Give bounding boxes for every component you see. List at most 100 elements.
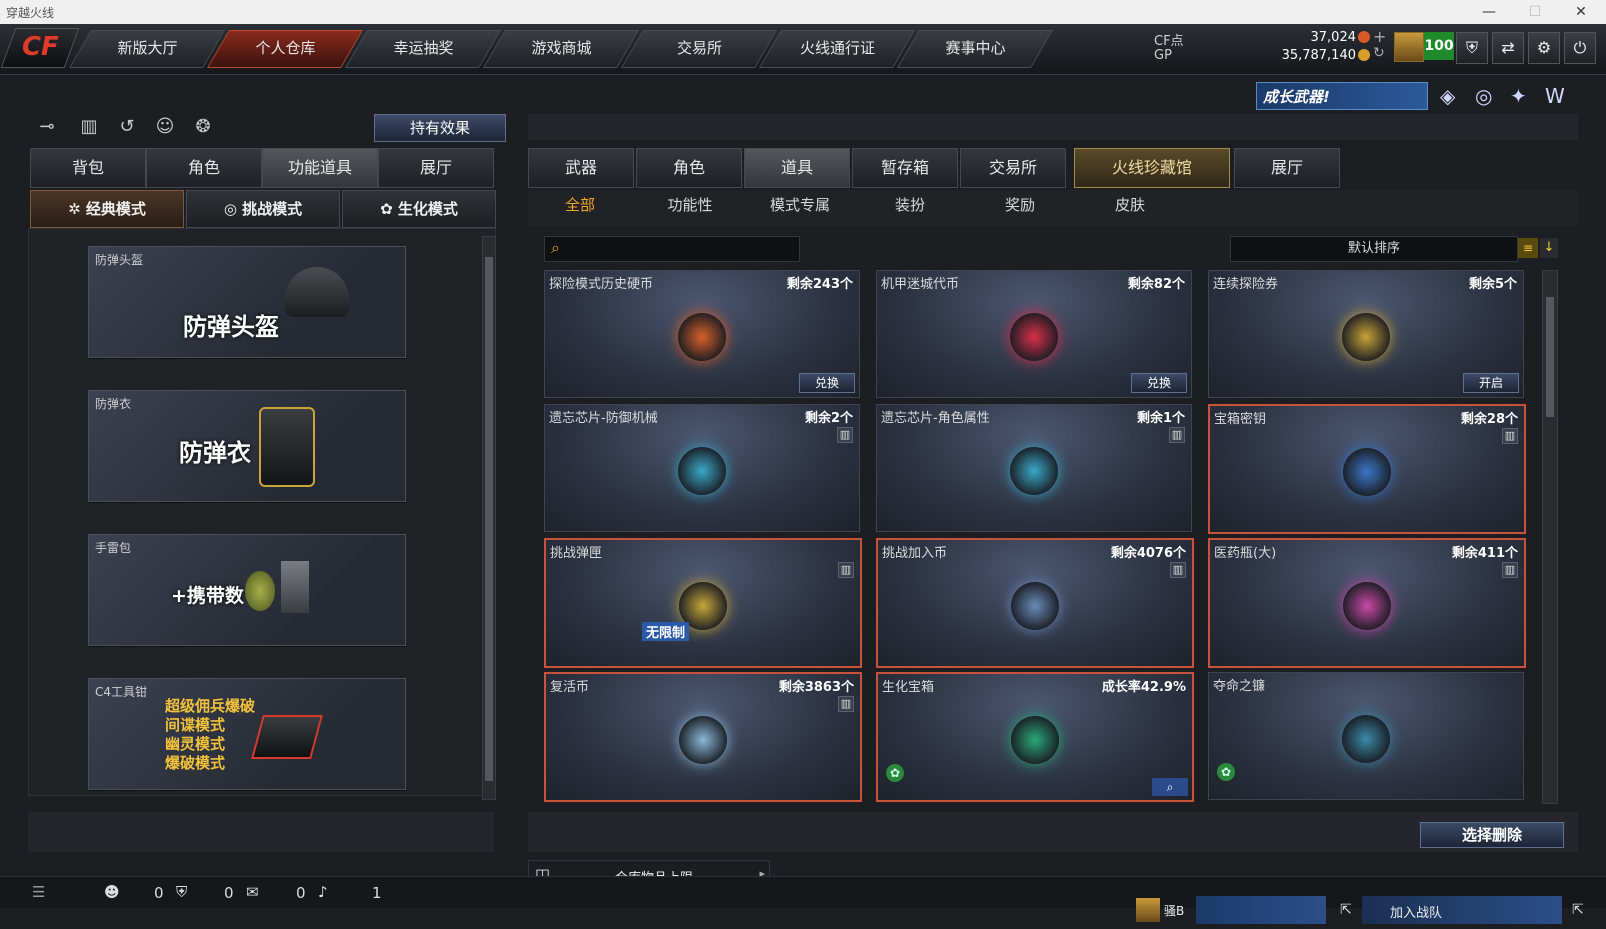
item-card[interactable]: 复活币 剩余3863个 ▥	[544, 672, 862, 802]
tab-character[interactable]: 角色	[146, 148, 262, 188]
subtab-functional[interactable]: 功能性	[640, 194, 740, 216]
item-card-name: 宝箱密钥	[1214, 412, 1267, 427]
nav-tab-events[interactable]: 赛事中心	[897, 30, 1053, 68]
item-card[interactable]: 探险模式历史硬币 剩余243个 兑换	[544, 270, 860, 398]
history-icon[interactable]: ↺	[114, 114, 140, 140]
close-icon[interactable]: ✕	[1558, 0, 1604, 24]
tab-backpack[interactable]: 背包	[30, 148, 146, 188]
minimize-icon[interactable]: —	[1466, 0, 1512, 24]
item-card-count: 剩余82个	[1127, 277, 1185, 292]
popout-team-icon[interactable]: ⇱	[1572, 902, 1584, 918]
item-helmet[interactable]: 防弹头盔 防弹头盔	[88, 246, 406, 358]
nav-tab-warehouse[interactable]: 个人仓库	[207, 30, 363, 68]
window-title: 穿越火线	[6, 6, 55, 20]
subtab-skins[interactable]: 皮肤	[1080, 194, 1180, 216]
subtab-all[interactable]: 全部	[530, 194, 630, 216]
select-delete-button[interactable]: 选择删除	[1420, 822, 1564, 848]
item-card[interactable]: 连续探险券 剩余5个 开启	[1208, 270, 1524, 398]
item-card[interactable]: 挑战弹匣 ▥ 无限制	[544, 538, 862, 668]
cf-logo[interactable]: CF	[0, 28, 80, 68]
nav-tab-lobby[interactable]: 新版大厅	[69, 30, 225, 68]
item-card-count: 剩余4076个	[1110, 546, 1186, 561]
join-team-banner[interactable]: 加入战队	[1362, 896, 1562, 924]
gear-icon[interactable]: ⚙	[1528, 32, 1560, 64]
user-name[interactable]: 骚B	[1164, 902, 1184, 919]
trash-icon[interactable]: ▥	[838, 562, 854, 578]
w-logo-icon[interactable]: W	[1545, 84, 1565, 108]
tab-hall[interactable]: 展厅	[378, 148, 494, 188]
search-box[interactable]: ⌕	[544, 236, 800, 262]
switch-icon[interactable]: ⇄	[1492, 32, 1524, 64]
subtab-costume[interactable]: 装扮	[860, 194, 960, 216]
list-view-icon[interactable]: ≡	[1518, 238, 1538, 258]
trash-icon[interactable]: ▥	[1169, 427, 1185, 443]
grenade-icon[interactable]: ❂	[190, 114, 216, 140]
item-card[interactable]: 医药瓶(大) 剩余411个 ▥	[1208, 538, 1526, 668]
right-scrollbar[interactable]	[1542, 270, 1558, 804]
tab-roles[interactable]: 角色	[636, 148, 742, 188]
left-scroll-thumb[interactable]	[485, 257, 493, 781]
ranking-icon[interactable]: ▥	[76, 114, 102, 140]
shield-icon[interactable]: ⛨	[1456, 32, 1488, 64]
character-icon[interactable]: ☺	[152, 114, 178, 140]
trash-icon[interactable]: ▥	[1502, 562, 1518, 578]
tab-showroom[interactable]: 展厅	[1234, 148, 1340, 188]
preview-search-icon[interactable]: ⌕	[1152, 778, 1188, 796]
item-grenade-pack[interactable]: 手雷包 +携带数	[88, 534, 406, 646]
friends-count: 0	[154, 884, 164, 902]
right-scroll-thumb[interactable]	[1546, 297, 1554, 417]
item-c4-pliers[interactable]: C4工具钳 超级佣兵爆破 间谍模式 幽灵模式 爆破模式	[88, 678, 406, 790]
item-card[interactable]: 生化宝箱 成长率42.9% ✿ ⌕	[876, 672, 1194, 802]
trash-icon[interactable]: ▥	[1502, 428, 1518, 444]
wrench-icon[interactable]: ✦	[1510, 84, 1527, 108]
nav-tab-pass[interactable]: 火线通行证	[759, 30, 915, 68]
add-cf-icon[interactable]: +	[1373, 27, 1386, 46]
trash-icon[interactable]: ▥	[838, 696, 854, 712]
power-icon[interactable]: ⏻	[1564, 32, 1596, 64]
chat-icon[interactable]: ✉	[246, 883, 259, 901]
tab-weapons[interactable]: 武器	[528, 148, 634, 188]
refresh-gp-icon[interactable]: ↻	[1373, 45, 1385, 61]
tab-trade[interactable]: 交易所	[960, 148, 1066, 188]
tab-collection[interactable]: 火线珍藏馆	[1074, 148, 1230, 188]
growth-weapon-banner[interactable]: 成长武器!	[1256, 82, 1428, 110]
nav-tab-exchange[interactable]: 交易所	[621, 30, 777, 68]
clan-icon[interactable]: ⛨	[176, 883, 187, 901]
sort-dropdown[interactable]: 默认排序	[1230, 236, 1518, 262]
popout-icon[interactable]: ⇱	[1340, 902, 1352, 918]
item-card[interactable]: 挑战加入币 剩余4076个 ▥	[876, 538, 1194, 668]
key-icon[interactable]: ⊸	[34, 114, 60, 140]
item-card-action-button[interactable]: 兑换	[1131, 373, 1187, 393]
mode-zombie[interactable]: ✿ 生化模式	[342, 190, 496, 228]
subtab-rewards[interactable]: 奖励	[970, 194, 1070, 216]
mode-challenge[interactable]: ◎ 挑战模式	[186, 190, 340, 228]
menu-list-icon[interactable]: ☰	[32, 883, 45, 901]
item-card[interactable]: 遗忘芯片-防御机械 剩余2个 ▥	[544, 404, 860, 532]
vip-icon[interactable]: ◈	[1440, 84, 1455, 108]
tab-storage[interactable]: 暂存箱	[852, 148, 958, 188]
search-input[interactable]	[573, 239, 795, 259]
nav-tab-shop[interactable]: 游戏商城	[483, 30, 639, 68]
subtab-mode[interactable]: 模式专属	[750, 194, 850, 216]
mode-classic[interactable]: ✲ 经典模式	[30, 190, 184, 228]
globe-icon[interactable]: ◎	[1475, 84, 1492, 108]
tab-function-items[interactable]: 功能道具	[262, 148, 378, 188]
left-scrollbar[interactable]	[482, 236, 496, 800]
item-card[interactable]: 遗忘芯片-角色属性 剩余1个 ▥	[876, 404, 1192, 532]
maximize-icon[interactable]: ☐	[1512, 0, 1558, 24]
item-card[interactable]: 夺命之镰 ✿	[1208, 672, 1524, 800]
tab-items[interactable]: 道具	[744, 148, 850, 188]
friends-icon[interactable]: ☻	[104, 883, 120, 901]
trash-icon[interactable]: ▥	[837, 427, 853, 443]
speaker-icon[interactable]: ♪	[318, 883, 328, 901]
item-vest[interactable]: 防弹衣 防弹衣	[88, 390, 406, 502]
item-card-action-button[interactable]: 开启	[1463, 373, 1519, 393]
sort-direction-icon[interactable]: ↓	[1540, 238, 1558, 258]
item-card[interactable]: 机甲迷城代币 剩余82个 兑换	[876, 270, 1192, 398]
item-card[interactable]: 宝箱密钥 剩余28个 ▥	[1208, 404, 1526, 534]
effects-button[interactable]: 持有效果	[374, 114, 506, 142]
item-card-action-button[interactable]: 兑换	[799, 373, 855, 393]
go-banner[interactable]	[1196, 896, 1326, 924]
nav-tab-lottery[interactable]: 幸运抽奖	[345, 30, 501, 68]
trash-icon[interactable]: ▥	[1170, 562, 1186, 578]
